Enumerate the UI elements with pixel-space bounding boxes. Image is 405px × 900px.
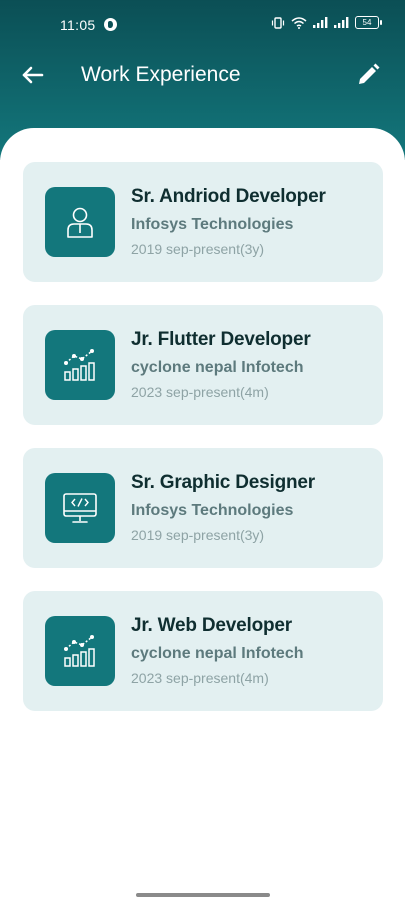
- company-name: cyclone nepal Infotech: [131, 645, 304, 662]
- job-icon-container: [45, 473, 115, 543]
- job-period: 2019 sep-present(3y): [131, 527, 265, 543]
- experience-card[interactable]: Jr. Web Developer cyclone nepal Infotech…: [23, 591, 383, 711]
- monitor-code-icon: [63, 493, 97, 523]
- company-name: Infosys Technologies: [131, 502, 294, 519]
- back-arrow-icon[interactable]: [18, 60, 48, 90]
- content-sheet: Sr. Andriod Developer Infosys Technologi…: [0, 128, 405, 900]
- experience-list: Sr. Andriod Developer Infosys Technologi…: [23, 162, 383, 734]
- signal-icon-1: [313, 17, 328, 28]
- battery-icon: 54: [355, 16, 382, 29]
- experience-card[interactable]: Sr. Andriod Developer Infosys Technologi…: [23, 162, 383, 282]
- job-icon-container: [45, 187, 115, 257]
- app-bar: Work Experience: [0, 44, 405, 108]
- job-title: Sr. Graphic Designer: [131, 472, 315, 493]
- growth-chart-icon: [64, 349, 95, 381]
- person-icon: [67, 207, 93, 238]
- page-title: Work Experience: [81, 63, 241, 86]
- status-indicators: 54: [271, 16, 382, 29]
- home-indicator[interactable]: [136, 893, 270, 897]
- experience-card[interactable]: Sr. Graphic Designer Infosys Technologie…: [23, 448, 383, 568]
- job-period: 2023 sep-present(4m): [131, 670, 269, 686]
- edit-pencil-icon[interactable]: [353, 60, 383, 90]
- vibrate-icon: [271, 16, 285, 29]
- status-time: 11:05: [60, 17, 96, 33]
- job-title: Jr. Web Developer: [131, 615, 292, 636]
- company-name: cyclone nepal Infotech: [131, 359, 304, 376]
- company-name: Infosys Technologies: [131, 216, 294, 233]
- job-period: 2019 sep-present(3y): [131, 241, 265, 257]
- job-period: 2023 sep-present(4m): [131, 384, 269, 400]
- job-icon-container: [45, 330, 115, 400]
- notification-app-icon: [104, 18, 117, 31]
- wifi-icon: [291, 16, 307, 29]
- job-icon-container: [45, 616, 115, 686]
- status-bar: 11:05 54: [0, 0, 405, 44]
- job-title: Jr. Flutter Developer: [131, 329, 311, 350]
- signal-icon-2: [334, 17, 349, 28]
- job-title: Sr. Andriod Developer: [131, 186, 326, 207]
- growth-chart-icon: [64, 635, 95, 667]
- experience-card[interactable]: Jr. Flutter Developer cyclone nepal Info…: [23, 305, 383, 425]
